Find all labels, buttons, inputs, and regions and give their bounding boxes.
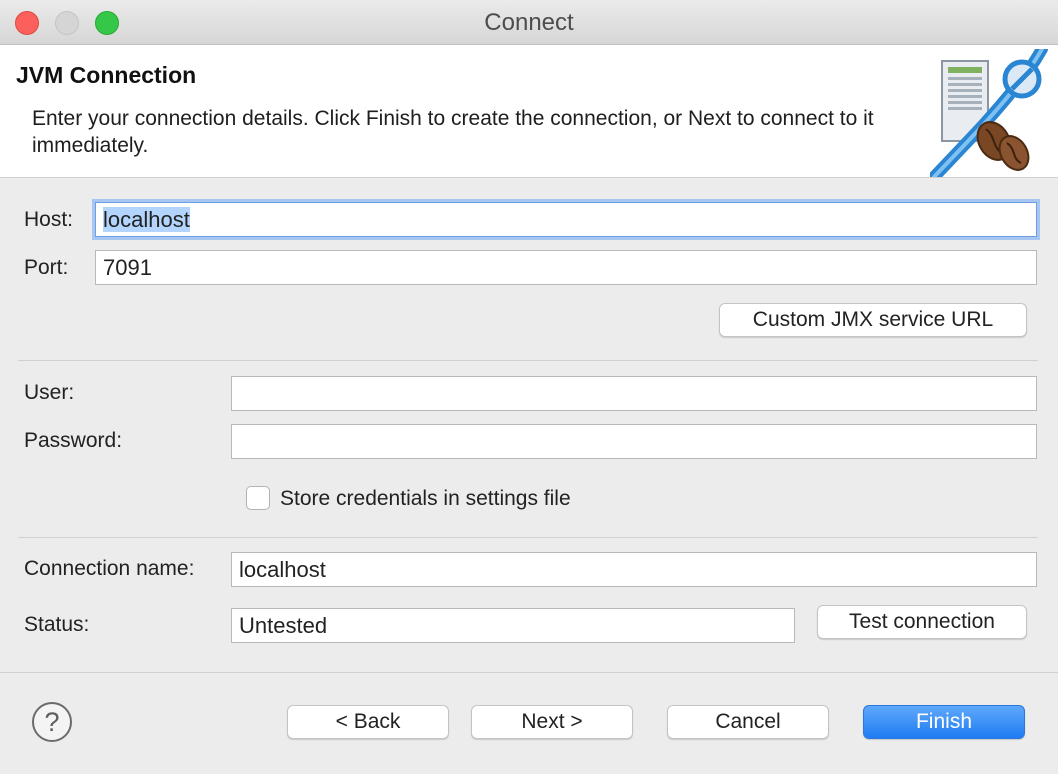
store-credentials-checkbox[interactable]: [246, 486, 270, 510]
user-label: User:: [24, 381, 75, 404]
status-field: Untested: [231, 608, 795, 643]
window-title: Connect: [484, 9, 574, 36]
cancel-button[interactable]: Cancel: [667, 705, 829, 739]
connect-dialog: Connect JVM Connection Enter your connec…: [0, 0, 1058, 774]
wizard-banner: JVM Connection Enter your connection det…: [0, 45, 1058, 178]
finish-button[interactable]: Finish: [863, 705, 1025, 739]
next-button[interactable]: Next >: [471, 705, 633, 739]
port-label: Port:: [24, 256, 69, 279]
port-input[interactable]: 7091: [95, 250, 1037, 285]
password-label: Password:: [24, 429, 123, 452]
back-button[interactable]: < Back: [287, 705, 449, 739]
password-input[interactable]: [231, 424, 1037, 459]
separator: [18, 537, 1038, 538]
host-label: Host:: [24, 208, 74, 231]
footer-separator: [0, 672, 1058, 673]
connection-name-input[interactable]: localhost: [231, 552, 1037, 587]
test-connection-button[interactable]: Test connection: [817, 605, 1027, 639]
help-icon[interactable]: ?: [32, 702, 72, 742]
status-label: Status:: [24, 613, 90, 636]
title-bar[interactable]: Connect: [0, 0, 1058, 45]
user-input[interactable]: [231, 376, 1037, 411]
host-input[interactable]: localhost: [95, 202, 1037, 237]
page-description: Enter your connection details. Click Fin…: [32, 107, 874, 157]
jvm-connection-banner-icon: [930, 49, 1048, 177]
store-credentials-label[interactable]: Store credentials in settings file: [280, 487, 571, 511]
host-value: localhost: [103, 207, 190, 232]
custom-jmx-service-url-button[interactable]: Custom JMX service URL: [719, 303, 1027, 337]
connection-name-label: Connection name:: [24, 557, 195, 580]
separator: [18, 360, 1038, 361]
page-title: JVM Connection: [16, 62, 197, 88]
